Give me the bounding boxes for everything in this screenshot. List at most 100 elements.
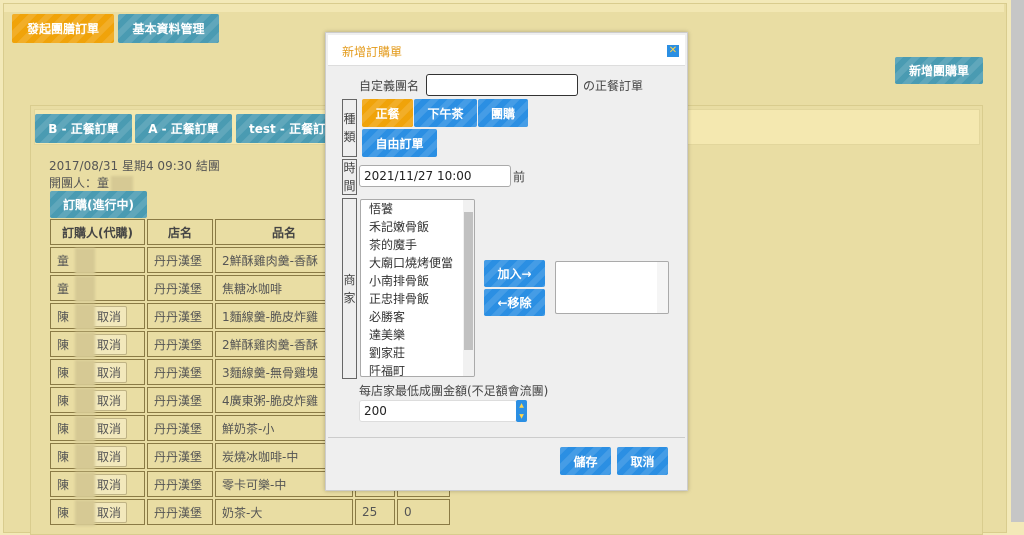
tab-basic-data[interactable]: 基本資料管理: [118, 14, 219, 43]
tab-order-a[interactable]: A - 正餐訂單: [135, 114, 232, 143]
col-store: 店名: [147, 219, 213, 245]
store-cell: 丹丹漢堡: [147, 303, 213, 329]
store-cell: 丹丹漢堡: [147, 359, 213, 385]
buyer-cell: 陳 取消: [50, 303, 145, 330]
type-meal-button[interactable]: 正餐: [362, 99, 413, 127]
buyer-name: 陳: [57, 505, 70, 520]
store-option[interactable]: 大廟口燒烤便當: [365, 254, 474, 272]
redacted-name: [111, 175, 134, 192]
store-option[interactable]: 必勝客: [365, 308, 474, 326]
dialog-footer-divider: [328, 437, 685, 438]
store-cell: 丹丹漢堡: [147, 387, 213, 413]
buyer-name: 陳: [57, 477, 70, 492]
cancel-order-button[interactable]: 取消: [91, 445, 128, 467]
store-option[interactable]: 茶的魔手: [365, 236, 474, 254]
type-tea-button[interactable]: 下午茶: [414, 99, 477, 127]
new-order-dialog: 新增訂購單 ✕ 自定義團名 の正餐訂單 種類 正餐 下午茶 團購 自由訂單 時間…: [325, 32, 688, 491]
redacted-name: [75, 444, 95, 470]
close-time: 2017/08/31 星期4 09:30 結團: [49, 159, 220, 173]
cancel-order-button[interactable]: 取消: [91, 305, 128, 327]
buyer-cell: 陳 取消: [50, 415, 145, 442]
add-store-button[interactable]: 加入→: [484, 260, 545, 287]
store-list-scrollbar[interactable]: [463, 200, 474, 376]
buyer-cell: 陳 取消: [50, 471, 145, 498]
store-cell: 丹丹漢堡: [147, 499, 213, 525]
store-cell: 丹丹漢堡: [147, 331, 213, 357]
store-option[interactable]: 悟饕: [365, 200, 474, 218]
selected-store-list[interactable]: [555, 261, 669, 314]
buyer-cell: 陳 取消: [50, 331, 145, 358]
type-group-buy-button[interactable]: 團購: [478, 99, 528, 127]
buyer-cell: 陳 取消: [50, 387, 145, 414]
buyer-cell: 陳 取消: [50, 443, 145, 470]
redacted-name: [75, 360, 95, 386]
buyer-name: 陳: [57, 393, 70, 408]
store-option[interactable]: 正忠排骨飯: [365, 290, 474, 308]
buyer-cell: 陳 取消: [50, 359, 145, 386]
min-amount-label: 每店家最低成團金額(不足額會流團): [359, 384, 549, 398]
store-option[interactable]: 阡福町: [365, 362, 474, 376]
store-label: 商家: [342, 198, 357, 379]
store-cell: 丹丹漢堡: [147, 443, 213, 469]
cancel-order-button[interactable]: 取消: [91, 361, 128, 383]
remove-store-button[interactable]: ←移除: [484, 289, 545, 316]
redacted-name: [75, 472, 95, 498]
save-button[interactable]: 儲存: [560, 447, 611, 475]
type-label-text: 種類: [343, 112, 356, 144]
time-label: 時間: [342, 159, 357, 195]
organizer-label: 開團人：童: [49, 176, 110, 190]
redacted-name: [75, 388, 95, 414]
store-label-text: 商家: [343, 272, 356, 305]
extra-cell: 0: [397, 499, 450, 525]
cancel-button[interactable]: 取消: [617, 447, 668, 475]
group-name-label: 自定義團名: [359, 79, 420, 93]
time-suffix: 前: [513, 170, 526, 184]
buyer-name: 童: [57, 281, 70, 296]
buyer-name: 陳: [57, 449, 70, 464]
cancel-order-button[interactable]: 取消: [91, 501, 128, 523]
buyer-name: 童: [57, 253, 70, 268]
dialog-header: 新增訂購單 ✕: [328, 35, 685, 66]
table-row: 陳 取消 丹丹漢堡 奶茶-大 25 0: [50, 499, 450, 526]
redacted-name: [75, 332, 95, 358]
new-group-order-button[interactable]: 新增團購單: [895, 57, 983, 84]
buyer-cell: 童: [50, 247, 145, 274]
tab-create-order[interactable]: 發起團膳訂單: [12, 14, 114, 43]
selected-list-scrollbar[interactable]: [657, 262, 668, 313]
redacted-name: [75, 248, 95, 274]
buyer-name: 陳: [57, 365, 70, 380]
type-label: 種類: [342, 99, 357, 157]
redacted-name: [75, 304, 95, 330]
buyer-cell: 陳 取消: [50, 499, 145, 526]
type-free-order-button[interactable]: 自由訂單: [362, 129, 437, 157]
group-name-input[interactable]: [426, 74, 578, 96]
page-scrollbar[interactable]: [1011, 0, 1024, 522]
min-amount-input[interactable]: 200: [359, 400, 517, 422]
time-input[interactable]: 2021/11/27 10:00: [359, 165, 511, 187]
cancel-order-button[interactable]: 取消: [91, 333, 128, 355]
buyer-name: 陳: [57, 421, 70, 436]
store-option[interactable]: 禾記嫩骨飯: [365, 218, 474, 236]
item-cell: 奶茶-大: [215, 499, 353, 525]
organizer: 開團人：童: [49, 174, 134, 192]
close-icon[interactable]: ✕: [667, 45, 679, 57]
tab-order-b[interactable]: B - 正餐訂單: [35, 114, 132, 143]
qty-cell: 25: [355, 499, 395, 525]
redacted-name: [75, 416, 95, 442]
redacted-name: [75, 500, 95, 526]
store-option[interactable]: 小南排骨飯: [365, 272, 474, 290]
cancel-order-button[interactable]: 取消: [91, 473, 128, 495]
min-amount-spinner[interactable]: ▲ ▼: [516, 400, 527, 422]
cancel-order-button[interactable]: 取消: [91, 417, 128, 439]
cancel-order-button[interactable]: 取消: [91, 389, 128, 411]
order-status-button[interactable]: 訂購(進行中): [50, 191, 147, 218]
store-option[interactable]: 劉家莊: [365, 344, 474, 362]
store-list[interactable]: 悟饕 禾記嫩骨飯 茶的魔手 大廟口燒烤便當 小南排骨飯 正忠排骨飯 必勝客 達美樂 劉家莊 阡福町: [360, 199, 475, 377]
col-buyer: 訂購人(代購): [50, 219, 145, 245]
store-option[interactable]: 達美樂: [365, 326, 474, 344]
store-cell: 丹丹漢堡: [147, 247, 213, 273]
dialog-title: 新增訂購單: [342, 45, 403, 59]
group-name-suffix: の正餐訂單: [583, 79, 644, 93]
store-cell: 丹丹漢堡: [147, 415, 213, 441]
time-label-text: 時間: [343, 161, 356, 193]
